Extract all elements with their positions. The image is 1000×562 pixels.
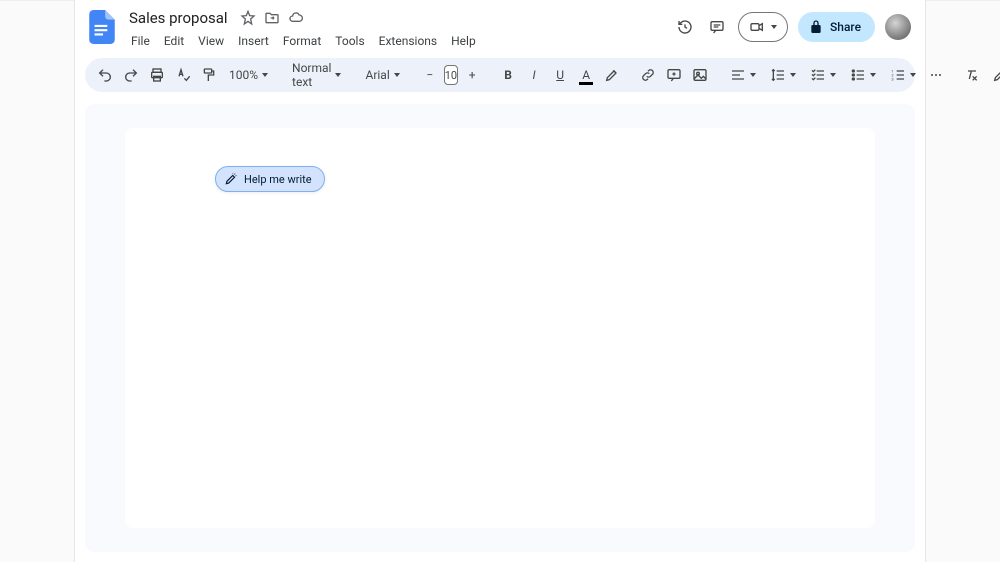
checklist-dropdown[interactable] (804, 63, 842, 87)
font-size-increase[interactable]: + (460, 63, 484, 87)
share-label: Share (830, 20, 861, 34)
insert-comment-button[interactable] (662, 63, 686, 87)
help-me-write-chip[interactable]: Help me write (215, 166, 325, 192)
undo-button[interactable] (93, 63, 117, 87)
menu-view[interactable]: View (192, 32, 230, 50)
cloud-status-icon[interactable] (288, 10, 304, 26)
format-paint-button[interactable] (197, 63, 221, 87)
font-size-input[interactable]: 10 (444, 65, 458, 85)
print-button[interactable] (145, 63, 169, 87)
docs-logo-icon[interactable] (89, 10, 115, 44)
share-button[interactable]: Share (798, 12, 875, 42)
chevron-down-icon (910, 73, 916, 77)
zoom-dropdown[interactable]: 100% (223, 63, 274, 87)
comments-icon[interactable] (706, 16, 728, 38)
chevron-down-icon (394, 73, 400, 77)
insert-image-button[interactable] (688, 63, 712, 87)
menu-edit[interactable]: Edit (158, 32, 190, 50)
chevron-down-icon (830, 73, 836, 77)
svg-text:3: 3 (891, 76, 893, 81)
menu-bar: File Edit View Insert Format Tools Exten… (125, 32, 482, 50)
header-bar: Sales proposal File Edit View Insert (75, 0, 925, 54)
underline-button[interactable]: U (548, 63, 572, 87)
chevron-down-icon (870, 73, 876, 77)
menu-insert[interactable]: Insert (232, 32, 275, 50)
chevron-down-icon (262, 73, 268, 77)
italic-button[interactable]: I (522, 63, 546, 87)
insert-link-button[interactable] (636, 63, 660, 87)
outer-frame-left (0, 0, 75, 562)
history-icon[interactable] (674, 16, 696, 38)
toolbar: 100% Normal text Arial − 10 + B I U A 12… (85, 58, 915, 92)
highlight-button[interactable] (600, 63, 624, 87)
document-title[interactable]: Sales proposal (125, 8, 232, 28)
magic-pen-icon (224, 172, 238, 186)
line-spacing-dropdown[interactable] (764, 63, 802, 87)
redo-button[interactable] (119, 63, 143, 87)
menu-format[interactable]: Format (277, 32, 327, 50)
font-size-decrease[interactable]: − (418, 63, 442, 87)
bullet-list-dropdown[interactable] (844, 63, 882, 87)
menu-tools[interactable]: Tools (329, 32, 370, 50)
menu-help[interactable]: Help (445, 32, 482, 50)
document-page[interactable]: Help me write (125, 128, 875, 528)
align-dropdown[interactable] (724, 63, 762, 87)
title-block: Sales proposal File Edit View Insert (125, 8, 482, 50)
account-avatar[interactable] (885, 14, 911, 40)
canvas-area: Help me write (85, 104, 915, 552)
header-actions: Share (674, 12, 911, 42)
chevron-down-icon (790, 73, 796, 77)
chevron-down-icon (771, 25, 777, 29)
text-color-button[interactable]: A (574, 63, 598, 87)
app-window: Sales proposal File Edit View Insert (75, 0, 925, 562)
clear-formatting-button[interactable] (960, 63, 984, 87)
style-dropdown[interactable]: Normal text (286, 63, 347, 87)
move-folder-icon[interactable] (264, 10, 280, 26)
chevron-down-icon (750, 73, 756, 77)
star-icon[interactable] (240, 10, 256, 26)
editing-mode-dropdown[interactable] (986, 63, 1000, 87)
bold-button[interactable]: B (496, 63, 520, 87)
spellcheck-button[interactable] (171, 63, 195, 87)
menu-file[interactable]: File (125, 32, 156, 50)
menu-extensions[interactable]: Extensions (373, 32, 443, 50)
font-dropdown[interactable]: Arial (359, 63, 405, 87)
help-me-write-label: Help me write (244, 173, 312, 186)
more-button[interactable] (924, 63, 948, 87)
meet-button[interactable] (738, 12, 788, 42)
chevron-down-icon (335, 73, 341, 77)
numbered-list-dropdown[interactable]: 123 (884, 63, 922, 87)
